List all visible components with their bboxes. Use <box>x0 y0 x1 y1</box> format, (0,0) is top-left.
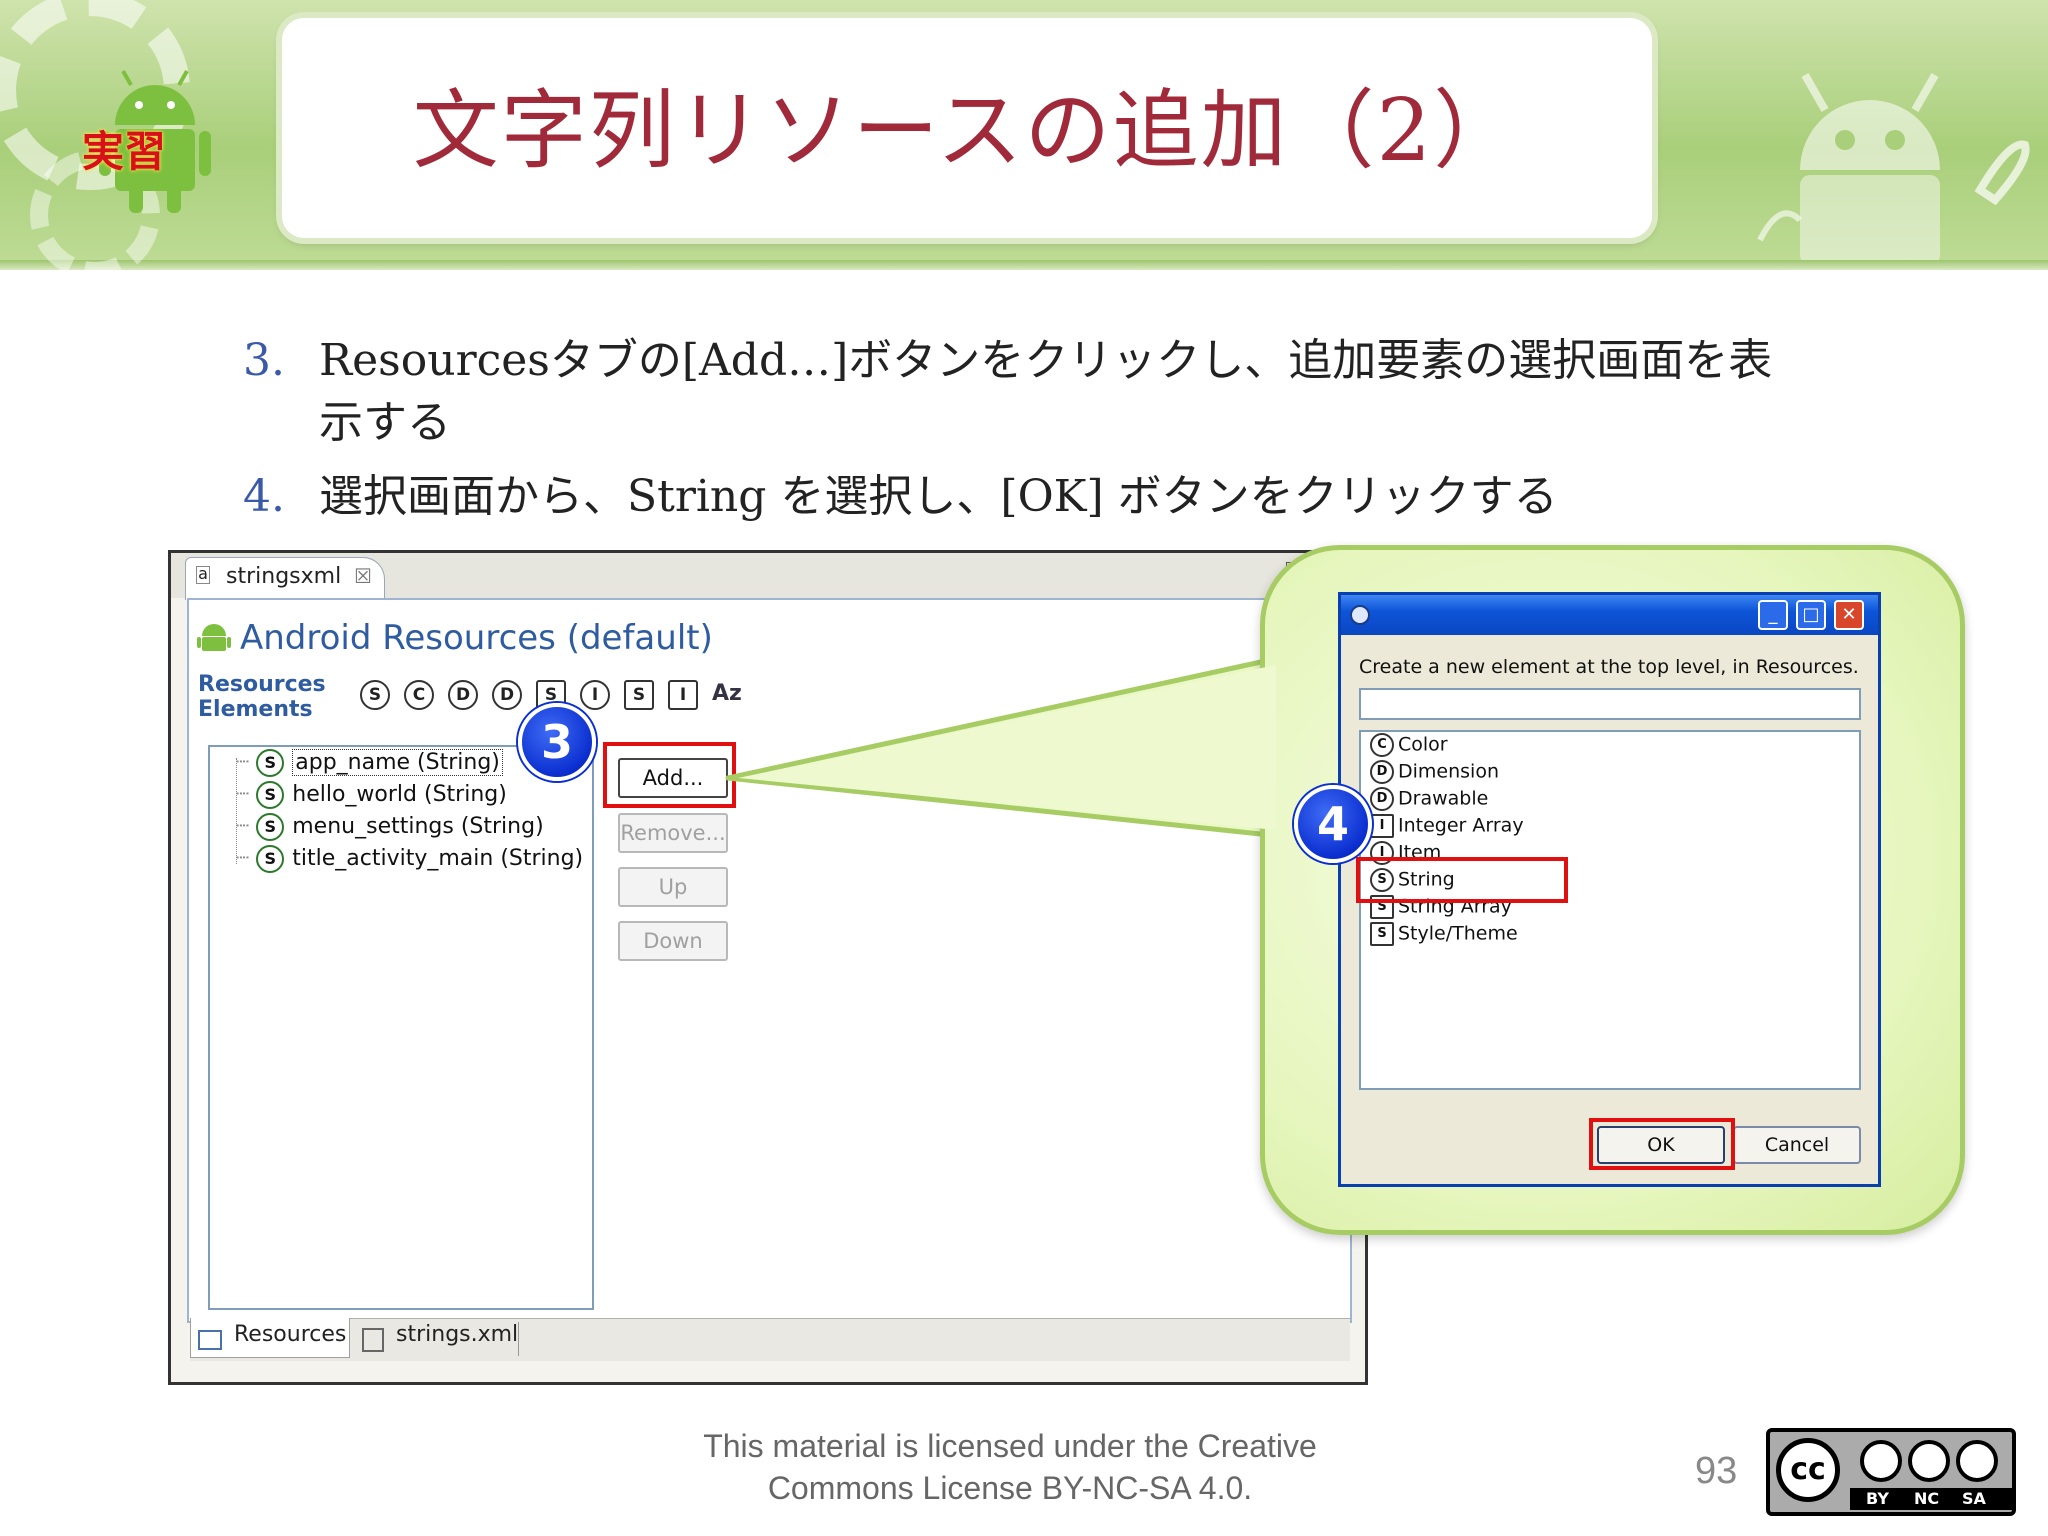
cancel-button[interactable]: Cancel <box>1733 1126 1861 1164</box>
nc-label: NC <box>1914 1489 1940 1508</box>
color-icon: C <box>1370 733 1394 757</box>
cc-labels: BY NC SA <box>1850 1488 2012 1510</box>
list-item-integer-array[interactable]: I Integer Array <box>1370 814 1524 838</box>
license-text: This material is licensed under the Crea… <box>650 1425 1370 1509</box>
dialog-prompt: Create a new element at the top level, i… <box>1359 656 1859 678</box>
list-item-color[interactable]: C Color <box>1370 733 1448 757</box>
minimize-button[interactable]: _ <box>1758 600 1788 630</box>
nc-icon <box>1908 1440 1950 1482</box>
list-item-label: Integer Array <box>1398 814 1524 837</box>
ok-button-highlight <box>1589 1118 1735 1170</box>
list-item-dimension[interactable]: D Dimension <box>1370 760 1499 784</box>
list-item-label: Dimension <box>1398 760 1499 783</box>
filter-input[interactable] <box>1359 688 1861 720</box>
list-item-label: Style/Theme <box>1398 922 1518 945</box>
cc-license-badge: cc BY NC SA <box>1766 1428 2016 1516</box>
drawable-icon: D <box>1370 787 1394 811</box>
maximize-button[interactable]: □ <box>1796 600 1826 630</box>
cc-icon: cc <box>1776 1438 1840 1502</box>
list-item-label: Color <box>1398 733 1448 756</box>
style-icon: S <box>1370 922 1394 946</box>
step-3-badge: 3 <box>518 703 596 781</box>
list-item-style-theme[interactable]: S Style/Theme <box>1370 922 1518 946</box>
string-highlight <box>1356 857 1568 903</box>
dimension-icon: D <box>1370 760 1394 784</box>
sa-icon <box>1956 1440 1998 1482</box>
by-icon <box>1860 1440 1902 1482</box>
list-item-label: Drawable <box>1398 787 1489 810</box>
by-label: BY <box>1866 1489 1889 1508</box>
license-line-1: This material is licensed under the Crea… <box>703 1428 1317 1464</box>
close-button[interactable]: ✕ <box>1834 600 1864 630</box>
list-item-drawable[interactable]: D Drawable <box>1370 787 1488 811</box>
license-line-2: Commons License BY-NC-SA 4.0. <box>767 1470 1253 1506</box>
integer-array-icon: I <box>1370 814 1394 838</box>
step-4-badge: 4 <box>1294 785 1372 863</box>
page-number: 93 <box>1695 1450 1738 1492</box>
eclipse-icon <box>1350 605 1370 625</box>
sa-label: SA <box>1962 1489 1986 1508</box>
